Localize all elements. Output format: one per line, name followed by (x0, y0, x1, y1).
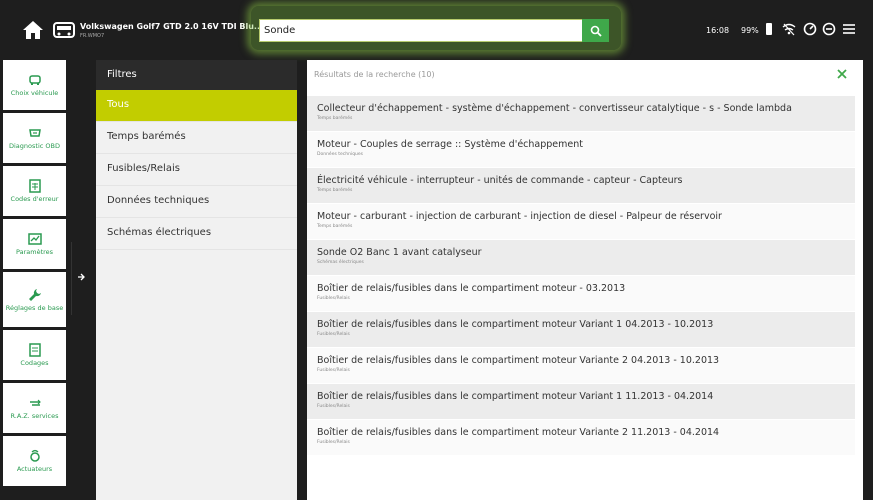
search-input[interactable] (264, 22, 582, 39)
result-item[interactable]: Boîtier de relais/fusibles dans le compa… (307, 420, 855, 455)
search-button[interactable] (582, 19, 609, 42)
search-icon (590, 25, 602, 37)
result-title: Boîtier de relais/fusibles dans le compa… (317, 355, 720, 366)
result-item[interactable]: Moteur - Couples de serrage :: Système d… (307, 132, 855, 167)
filters-panel: Filtres Tous Temps barémés Fusibles/Rela… (96, 60, 297, 500)
sidebar-item-label: Diagnostic OBD (9, 142, 60, 150)
result-title: Boîtier de relais/fusibles dans le compa… (317, 391, 714, 402)
result-item[interactable]: Électricité véhicule - interrupteur - un… (307, 168, 855, 203)
close-icon[interactable] (835, 67, 849, 81)
result-item[interactable]: Boîtier de relais/fusibles dans le compa… (307, 348, 855, 383)
result-item[interactable]: Moteur - carburant - injection de carbur… (307, 204, 855, 239)
car-icon[interactable] (52, 20, 76, 40)
sidebar-item-label: R.A.Z. services (10, 412, 59, 420)
actuator-icon (29, 449, 40, 462)
document-grid-icon (28, 179, 41, 193)
search-box (259, 19, 609, 42)
sidebar-item-codings[interactable]: Codages (3, 330, 66, 380)
result-category: Fusibles/Relais (317, 404, 350, 409)
obd-connector-icon (28, 129, 41, 137)
sidebar-item-vehicle[interactable]: Choix véhicule (3, 60, 66, 110)
sidebar-item-actuators[interactable]: Actuateurs (3, 436, 66, 486)
sidebar-item-label: Codes d'erreur (10, 195, 59, 203)
result-title: Moteur - carburant - injection de carbur… (317, 211, 722, 222)
sidebar-item-service-reset[interactable]: R.A.Z. services (3, 383, 66, 433)
result-category: Schémas électriques (317, 260, 364, 265)
filter-labor-times[interactable]: Temps barémés (96, 122, 297, 154)
result-category: Fusibles/Relais (317, 332, 350, 337)
filters-header: Filtres (96, 60, 297, 90)
sidebar-item-label: Paramètres (15, 248, 54, 256)
sidebar-item-label: Choix véhicule (10, 89, 59, 97)
vehicle-subtitle: FR.WMO7 (80, 33, 105, 39)
car-front-icon (28, 75, 41, 85)
wrench-icon (28, 288, 41, 301)
list-box-icon (28, 343, 41, 357)
filter-technical-data[interactable]: Données techniques (96, 186, 297, 218)
arrow-right-icon (78, 273, 85, 281)
results-count: Résultats de la recherche (10) (314, 70, 435, 79)
home-icon[interactable] (22, 20, 44, 40)
result-title: Boîtier de relais/fusibles dans le compa… (317, 427, 720, 438)
filter-all[interactable]: Tous (96, 90, 297, 122)
battery-level: 99% (741, 26, 759, 35)
vehicle-title: Volkswagen Golf7 GTD 2.0 16V TDI Blu... (80, 22, 264, 31)
menu-circle-icon[interactable] (822, 22, 836, 36)
result-item[interactable]: Collecteur d'échappement - système d'éch… (307, 96, 855, 131)
result-category: Temps barémés (317, 116, 353, 121)
result-category: Temps barémés (317, 224, 353, 229)
result-title: Boîtier de relais/fusibles dans le compa… (317, 283, 626, 294)
sidebar-item-obd[interactable]: Diagnostic OBD (3, 113, 66, 163)
result-item[interactable]: Boîtier de relais/fusibles dans le compa… (307, 276, 855, 311)
result-title: Collecteur d'échappement - système d'éch… (317, 103, 792, 114)
result-item[interactable]: Boîtier de relais/fusibles dans le compa… (307, 312, 855, 347)
sidebar-item-label: Réglages de base (5, 303, 64, 312)
sidebar: Choix véhicule Diagnostic OBD Codes d'er… (0, 57, 68, 500)
sidebar-item-error-codes[interactable]: Codes d'erreur (3, 166, 66, 216)
result-item[interactable]: Boîtier de relais/fusibles dans le compa… (307, 384, 855, 419)
expand-panel-tab[interactable] (71, 242, 89, 315)
result-title: Boîtier de relais/fusibles dans le compa… (317, 319, 714, 330)
results-panel: Résultats de la recherche (10) Collecteu… (307, 60, 863, 500)
result-title: Sonde O2 Banc 1 avant catalyseur (317, 247, 482, 258)
result-item[interactable]: Sonde O2 Banc 1 avant catalyseur Schémas… (307, 240, 855, 275)
result-title: Électricité véhicule - interrupteur - un… (317, 175, 683, 186)
filter-fuses-relays[interactable]: Fusibles/Relais (96, 154, 297, 186)
wifi-off-icon (782, 23, 796, 36)
sidebar-item-basic-settings[interactable]: Réglages de base (3, 272, 66, 327)
filter-wiring-diagrams[interactable]: Schémas électriques (96, 218, 297, 250)
result-category: Fusibles/Relais (317, 368, 350, 373)
result-category: Fusibles/Relais (317, 440, 350, 445)
monitor-chart-icon (27, 233, 42, 245)
battery-icon (766, 23, 772, 35)
top-bar: Volkswagen Golf7 GTD 2.0 16V TDI Blu... … (0, 0, 873, 57)
reset-arrow-icon (29, 399, 41, 406)
result-title: Moteur - Couples de serrage :: Système d… (317, 139, 583, 150)
sidebar-item-label: Actuateurs (16, 465, 53, 473)
result-category: Données techniques (317, 152, 364, 157)
clock: 16:08 (706, 26, 730, 35)
gauge-icon[interactable] (803, 22, 817, 36)
sidebar-item-label: Codages (20, 359, 49, 367)
result-category: Temps barémés (317, 188, 353, 193)
hamburger-menu-icon[interactable] (842, 22, 856, 36)
sidebar-item-parameters[interactable]: Paramètres (3, 219, 66, 269)
result-category: Fusibles/Relais (317, 296, 350, 301)
